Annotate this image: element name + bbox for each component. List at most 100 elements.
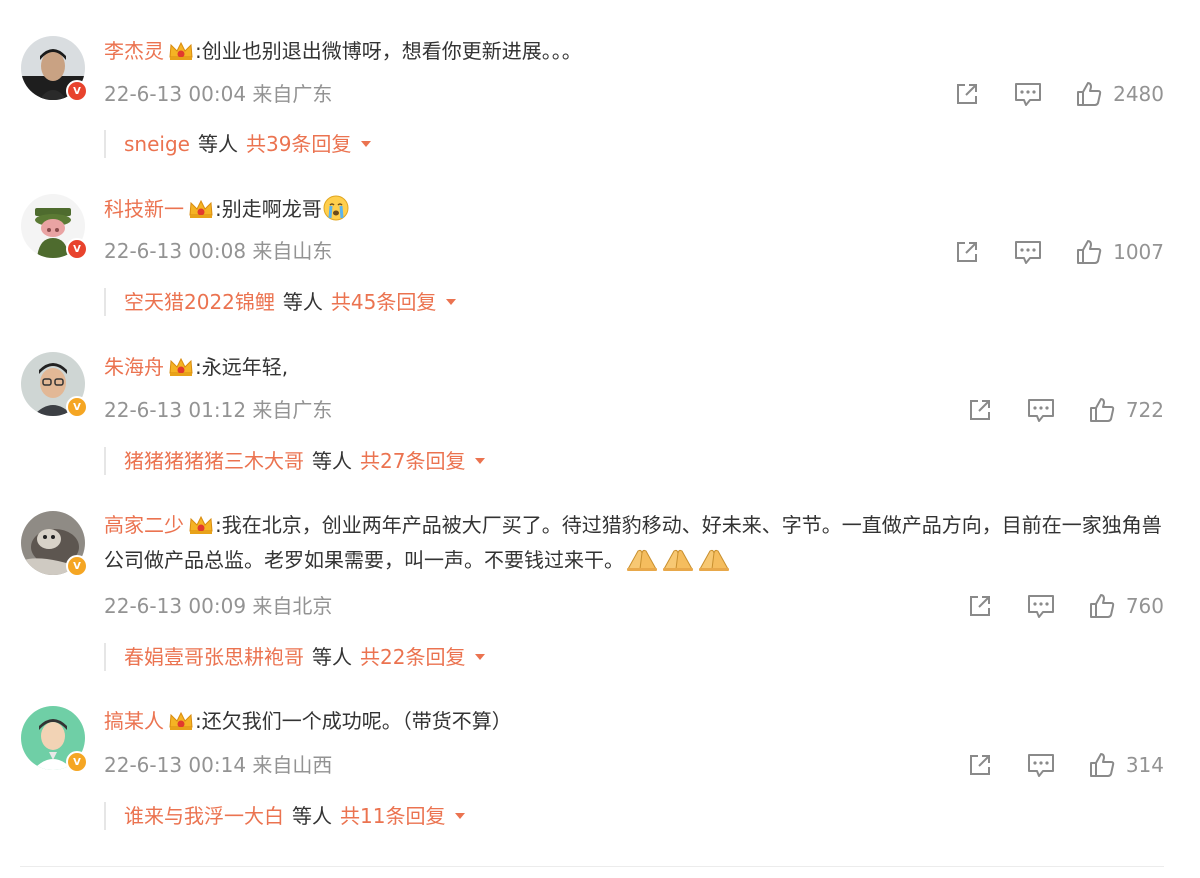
caret-down-icon[interactable]	[475, 458, 486, 464]
share-button[interactable]	[966, 592, 994, 620]
like-icon	[1089, 398, 1115, 422]
share-icon	[957, 84, 978, 104]
comment-actions: 722	[934, 395, 1164, 425]
crown-badge-icon	[168, 356, 194, 387]
comment-meta: 22-6-13 00:08 来自山东	[104, 239, 333, 263]
like-button[interactable]: 314	[1088, 751, 1164, 779]
like-button[interactable]: 2480	[1075, 80, 1164, 108]
comment-username[interactable]: 朱海舟	[104, 355, 164, 379]
crying-emoji-icon	[322, 194, 350, 231]
comment-body: 朱海舟 :永远年轻,	[104, 352, 1164, 387]
comment-meta: 22-6-13 00:04 来自广东	[104, 82, 333, 106]
comment-meta: 22-6-13 01:12 来自广东	[104, 398, 333, 422]
like-button[interactable]: 722	[1088, 396, 1164, 424]
like-icon	[1077, 82, 1102, 106]
verified-v-icon: V	[66, 80, 88, 102]
like-icon	[1077, 240, 1102, 264]
share-button[interactable]	[953, 238, 981, 266]
comment-body: 李杰灵 :创业也别退出微博呀，想看你更新进展。。。	[104, 36, 1164, 71]
divider	[20, 866, 1164, 867]
comment-icon	[1015, 241, 1042, 264]
comment-text: :创业也别退出微博呀，想看你更新进展。。。	[195, 39, 582, 63]
verified-v-icon: V	[66, 238, 88, 260]
comment-username[interactable]: 搞某人	[104, 709, 164, 733]
reply-others: 等人	[282, 290, 323, 314]
comment-feed: V 李杰灵 :创业也别退出微博呀，想看你更新进展。。。 22-6-13 00:04…	[0, 0, 1200, 878]
like-count: 1007	[1113, 240, 1164, 264]
verified-v-icon: V	[66, 555, 88, 577]
like-button[interactable]: 760	[1088, 592, 1164, 620]
comment-button[interactable]	[1026, 396, 1056, 424]
crown-badge-icon	[168, 40, 194, 71]
comment-actions: 1007	[921, 237, 1164, 267]
like-count: 2480	[1113, 82, 1164, 106]
reply-summary[interactable]: sneige 等人 共39条回复	[104, 130, 372, 158]
reply-username[interactable]: 谁来与我浮一大白	[124, 802, 284, 830]
comment-button[interactable]	[1026, 751, 1056, 779]
comment-icon	[1027, 399, 1054, 422]
share-icon	[969, 400, 990, 420]
comment-actions: 314	[934, 750, 1164, 780]
reply-others: 等人	[292, 804, 332, 828]
verified-v-icon: V	[66, 751, 88, 773]
crown-badge-icon	[168, 710, 194, 741]
comment-meta: 22-6-13 00:14 来自山西	[104, 753, 333, 777]
comment-text: :别走啊龙哥	[215, 197, 322, 221]
comment-button[interactable]	[1013, 80, 1043, 108]
caret-down-icon[interactable]	[361, 141, 372, 147]
praying-hands-emoji-icon	[696, 547, 732, 582]
caret-down-icon[interactable]	[455, 813, 466, 819]
share-icon	[969, 755, 990, 775]
reply-summary[interactable]: 春娟壹哥张思耕袍哥 等人 共22条回复	[104, 643, 486, 671]
reply-total-link[interactable]: 共11条回复	[340, 802, 445, 830]
like-count: 760	[1125, 594, 1164, 618]
share-icon	[957, 242, 978, 262]
reply-summary[interactable]: 谁来与我浮一大白 等人 共11条回复	[104, 802, 466, 830]
caret-down-icon[interactable]	[446, 299, 457, 305]
comment-icon	[1027, 595, 1054, 618]
like-icon	[1089, 594, 1115, 618]
comment-body: 高家二少:我在北京，创业两年产品被大厂买了。待过猎豹移动、好未来、字节。一直做产…	[104, 510, 1164, 582]
reply-others: 等人	[312, 449, 352, 473]
reply-total-link[interactable]: 共27条回复	[360, 447, 465, 475]
comment-body: 搞某人 :还欠我们一个成功呢。（带货不算）	[104, 706, 1164, 741]
comment-button[interactable]	[1026, 592, 1056, 620]
reply-total-link[interactable]: 共22条回复	[360, 643, 465, 671]
caret-down-icon[interactable]	[475, 654, 486, 660]
like-icon	[1089, 753, 1115, 777]
comment-icon	[1015, 83, 1042, 106]
comment-actions: 2480	[921, 79, 1164, 109]
comment-username[interactable]: 科技新一	[104, 197, 184, 221]
reply-summary[interactable]: 猪猪猪猪猪三木大哥 等人 共27条回复	[104, 447, 486, 475]
verified-v-icon: V	[66, 396, 88, 418]
comment-username[interactable]: 李杰灵	[104, 39, 164, 63]
like-count: 722	[1125, 398, 1164, 422]
reply-username[interactable]: 春娟壹哥张思耕袍哥	[124, 643, 304, 671]
reply-others: 等人	[312, 645, 352, 669]
comment-button[interactable]	[1013, 238, 1043, 266]
reply-total-link[interactable]: 共45条回复	[331, 288, 436, 316]
crown-badge-icon	[188, 514, 214, 545]
comment-meta: 22-6-13 00:09 来自北京	[104, 594, 333, 618]
comment-icon	[1027, 754, 1054, 777]
praying-hands-emoji-icon	[624, 547, 660, 582]
share-button[interactable]	[966, 396, 994, 424]
comment-username[interactable]: 高家二少	[104, 513, 184, 537]
praying-hands-emoji-icon	[660, 547, 696, 582]
reply-others: 等人	[197, 132, 238, 156]
share-button[interactable]	[953, 80, 981, 108]
comment-text: :还欠我们一个成功呢。（带货不算）	[195, 709, 512, 733]
like-count: 314	[1125, 753, 1164, 777]
reply-username[interactable]: sneige	[124, 130, 190, 158]
crown-badge-icon	[188, 198, 214, 229]
comment-actions: 760	[934, 591, 1164, 621]
comment-text: :永远年轻,	[195, 355, 289, 379]
reply-username[interactable]: 空天猎2022锦鲤	[124, 288, 275, 316]
share-button[interactable]	[966, 751, 994, 779]
reply-total-link[interactable]: 共39条回复	[246, 130, 351, 158]
reply-username[interactable]: 猪猪猪猪猪三木大哥	[124, 447, 304, 475]
comment-body: 科技新一 :别走啊龙哥	[104, 194, 1164, 231]
share-icon	[969, 596, 990, 616]
like-button[interactable]: 1007	[1075, 238, 1164, 266]
reply-summary[interactable]: 空天猎2022锦鲤 等人 共45条回复	[104, 288, 457, 316]
